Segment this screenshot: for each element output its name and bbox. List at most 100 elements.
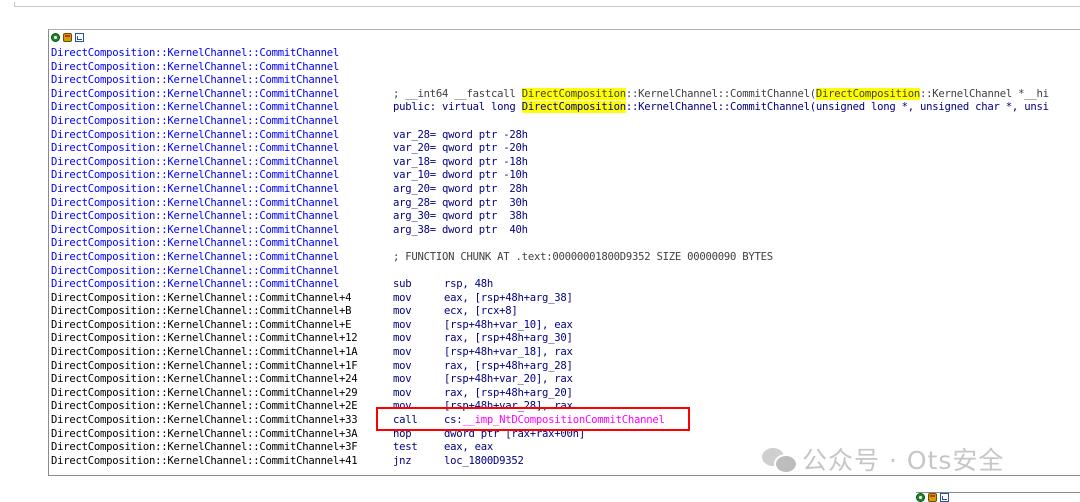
hand-icon[interactable] <box>63 33 72 42</box>
graph-view-icon[interactable] <box>916 493 925 502</box>
listing-row[interactable]: DirectComposition::KernelChannel::Commit… <box>51 360 1080 374</box>
row-address: DirectComposition::KernelChannel::Commit… <box>51 346 358 359</box>
row-address: DirectComposition::KernelChannel::Commit… <box>51 359 358 372</box>
row-address: DirectComposition::KernelChannel::Commit… <box>51 427 358 440</box>
instruction-operands: [rsp+48h+var_20], rax <box>444 373 573 386</box>
listing-row[interactable]: DirectComposition::KernelChannel::Commit… <box>51 87 1080 102</box>
listing-row[interactable]: DirectComposition::KernelChannel::Commit… <box>51 387 1080 401</box>
instruction-mnemonic: mov <box>393 332 412 345</box>
listing-row[interactable]: DirectComposition::KernelChannel::Commit… <box>51 142 1080 156</box>
function-declaration: public: virtual long DirectComposition::… <box>393 101 1049 115</box>
row-address: DirectComposition::KernelChannel::Commit… <box>51 182 340 195</box>
instruction-mnemonic: mov <box>393 318 412 331</box>
instruction-operands: rax, [rsp+48h+arg_30] <box>444 332 573 345</box>
listing-row[interactable]: DirectComposition::KernelChannel::Commit… <box>51 278 1080 292</box>
row-address: DirectComposition::KernelChannel::Commit… <box>51 386 358 399</box>
top-divider <box>0 0 1080 8</box>
listing-row[interactable]: DirectComposition::KernelChannel::Commit… <box>51 129 1080 143</box>
listing-row[interactable]: DirectComposition::KernelChannel::Commit… <box>51 224 1080 238</box>
listing-row[interactable]: DirectComposition::KernelChannel::Commit… <box>51 169 1080 183</box>
chart-icon[interactable] <box>75 33 84 42</box>
listing-row[interactable]: DirectComposition::KernelChannel::Commit… <box>51 292 1080 306</box>
row-address: DirectComposition::KernelChannel::Commit… <box>51 87 340 100</box>
search-highlight: DirectComposition <box>815 87 921 100</box>
row-address: DirectComposition::KernelChannel::Commit… <box>51 101 340 114</box>
instruction-mnemonic: mov <box>393 386 412 399</box>
signature-text: ::KernelChannel::CommitChannel( <box>625 87 816 100</box>
listing-row[interactable]: DirectComposition::KernelChannel::Commit… <box>51 265 1080 279</box>
listing-row[interactable]: DirectComposition::KernelChannel::Commit… <box>51 183 1080 197</box>
listing-row[interactable]: DirectComposition::KernelChannel::Commit… <box>51 346 1080 360</box>
annotation-highlight-box <box>376 407 690 431</box>
row-address: DirectComposition::KernelChannel::Commit… <box>51 47 340 59</box>
window-toolbar <box>51 32 84 43</box>
listing-row[interactable]: DirectComposition::KernelChannel::Commit… <box>51 47 1080 61</box>
stack-variable: arg_30= qword ptr 38h <box>393 210 528 223</box>
listing-row[interactable]: DirectComposition::KernelChannel::Commit… <box>51 373 1080 387</box>
row-address: DirectComposition::KernelChannel::Commit… <box>51 60 340 73</box>
row-address: DirectComposition::KernelChannel::Commit… <box>51 264 340 277</box>
row-address: DirectComposition::KernelChannel::Commit… <box>51 196 340 209</box>
instruction-operands: [rsp+48h+var_10], eax <box>444 318 573 331</box>
instruction-operands: rsp, 48h <box>444 278 494 291</box>
listing-row[interactable]: DirectComposition::KernelChannel::Commit… <box>51 210 1080 224</box>
graph-view-icon[interactable] <box>51 33 60 42</box>
function-signature-comment: ; __int64 __fastcall DirectComposition::… <box>393 87 1049 102</box>
instruction-mnemonic: mov <box>393 305 412 318</box>
row-address: DirectComposition::KernelChannel::Commit… <box>51 318 352 331</box>
listing-row[interactable]: DirectComposition::KernelChannel::Commit… <box>51 115 1080 129</box>
instruction-mnemonic: mov <box>393 291 412 304</box>
hand-icon[interactable] <box>928 493 937 502</box>
row-address: DirectComposition::KernelChannel::Commit… <box>51 210 340 223</box>
listing-row[interactable]: DirectComposition::KernelChannel::Commit… <box>51 305 1080 319</box>
stack-variable: var_28= qword ptr -28h <box>393 128 528 141</box>
listing-row[interactable]: DirectComposition::KernelChannel::Commit… <box>51 319 1080 333</box>
instruction-mnemonic: mov <box>393 346 412 359</box>
row-address: DirectComposition::KernelChannel::Commit… <box>51 169 340 182</box>
listing-row[interactable]: DirectComposition::KernelChannel::Commit… <box>51 251 1080 265</box>
listing-row[interactable]: DirectComposition::KernelChannel::Commit… <box>51 332 1080 346</box>
instruction-operands: rax, [rsp+48h+arg_28] <box>444 359 573 372</box>
instruction-mnemonic: test <box>393 441 418 454</box>
stack-variable: arg_38= dword ptr 40h <box>393 223 528 236</box>
instruction-mnemonic: sub <box>393 278 412 291</box>
instruction-mnemonic: jnz <box>393 454 412 467</box>
listing-row[interactable]: DirectComposition::KernelChannel::Commit… <box>51 156 1080 170</box>
row-address: DirectComposition::KernelChannel::Commit… <box>51 332 358 345</box>
instruction-mnemonic: mov <box>393 373 412 386</box>
listing-row[interactable]: DirectComposition::KernelChannel::Commit… <box>51 237 1080 251</box>
listing-row[interactable]: DirectComposition::KernelChannel::Commit… <box>51 101 1080 115</box>
instruction-operands: ecx, [rcx+8] <box>444 305 518 318</box>
stack-variable: var_18= qword ptr -18h <box>393 155 528 168</box>
signature-text: ::KernelChannel::CommitChannel(unsigned … <box>625 101 1049 114</box>
signature-text: ::KernelChannel *__hi <box>920 87 1049 100</box>
listing-row[interactable]: DirectComposition::KernelChannel::Commit… <box>51 197 1080 211</box>
listing-row[interactable]: DirectComposition::KernelChannel::Commit… <box>51 61 1080 75</box>
stack-variable: arg_28= qword ptr 30h <box>393 196 528 209</box>
wechat-icon <box>762 446 798 474</box>
row-address: DirectComposition::KernelChannel::Commit… <box>51 291 352 304</box>
row-address: DirectComposition::KernelChannel::Commit… <box>51 142 340 155</box>
chart-icon[interactable] <box>940 493 949 502</box>
instruction-mnemonic: mov <box>393 359 412 372</box>
row-address: DirectComposition::KernelChannel::Commit… <box>51 128 340 141</box>
row-address: DirectComposition::KernelChannel::Commit… <box>51 305 352 318</box>
row-address: DirectComposition::KernelChannel::Commit… <box>51 441 358 454</box>
instruction-operands: rax, [rsp+48h+arg_20] <box>444 386 573 399</box>
row-address: DirectComposition::KernelChannel::Commit… <box>51 74 340 87</box>
instruction-operands: eax, eax <box>444 441 494 454</box>
row-address: DirectComposition::KernelChannel::Commit… <box>51 114 340 127</box>
search-highlight: DirectComposition <box>521 87 626 100</box>
row-address: DirectComposition::KernelChannel::Commit… <box>51 250 340 263</box>
row-address: DirectComposition::KernelChannel::Commit… <box>51 237 340 250</box>
stack-variable: var_10= dword ptr -10h <box>393 169 528 182</box>
signature-text: ; __int64 __fastcall <box>393 87 522 100</box>
disassembly-listing[interactable]: DirectComposition::KernelChannel::Commit… <box>51 47 1080 468</box>
watermark-text: 公众号 · Ots安全 <box>802 446 1005 475</box>
instruction-operands: loc_1800D9352 <box>444 454 524 467</box>
second-window-toolbar <box>916 493 949 502</box>
row-address: DirectComposition::KernelChannel::Commit… <box>51 373 358 386</box>
row-address: DirectComposition::KernelChannel::Commit… <box>51 278 340 291</box>
listing-row[interactable]: DirectComposition::KernelChannel::Commit… <box>51 74 1080 88</box>
stack-variable: arg_20= qword ptr 28h <box>393 182 528 195</box>
